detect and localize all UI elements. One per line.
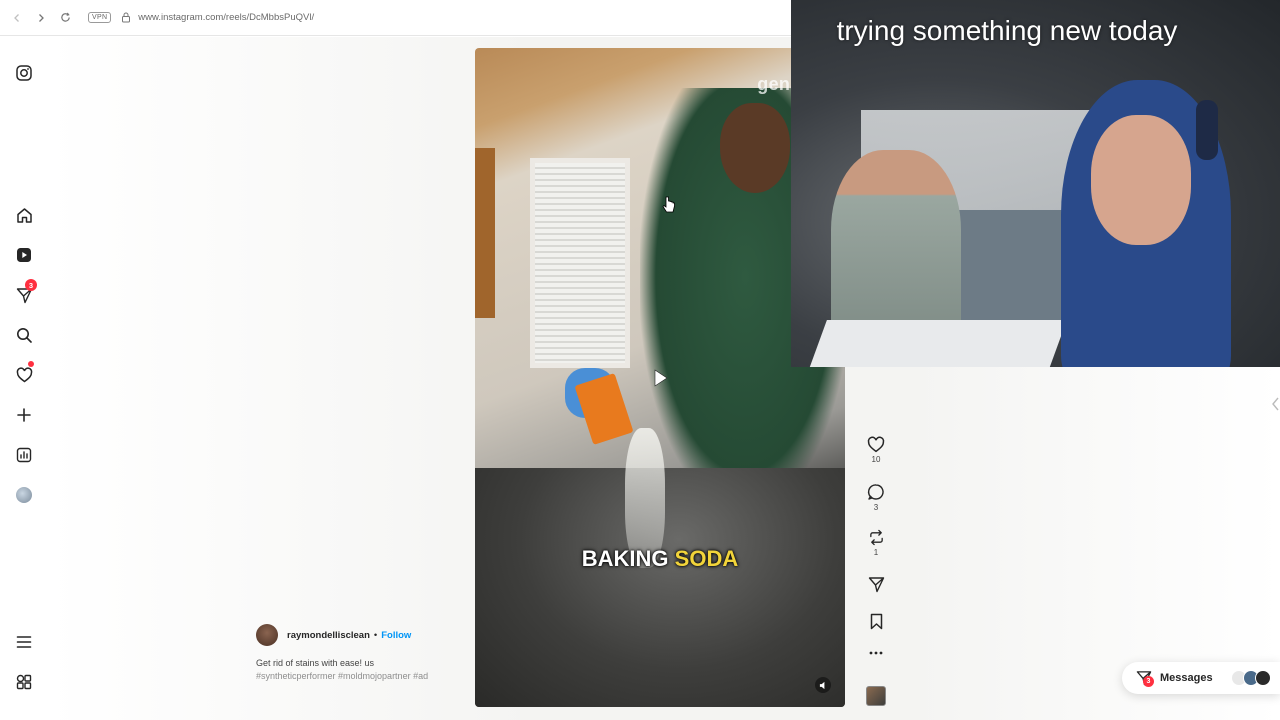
bookmark-icon[interactable]: [869, 613, 884, 630]
menu-icon[interactable]: [12, 630, 36, 654]
speaker-icon: [819, 681, 824, 689]
video-caption: BAKING SODA: [475, 546, 845, 572]
video-baking-soda-box: [574, 373, 634, 445]
comment-icon[interactable]: [867, 483, 885, 501]
like-count: 10: [871, 455, 881, 464]
avatar: [16, 487, 32, 503]
more-options-icon[interactable]: [868, 650, 884, 656]
avatar: [1254, 670, 1271, 686]
like-action: 10: [862, 436, 890, 464]
video-caption-part-1: BAKING: [581, 546, 675, 571]
cursor-icon: [662, 196, 675, 213]
instagram-logo-icon[interactable]: [12, 61, 36, 85]
dashboard-icon[interactable]: [12, 443, 36, 467]
messages-label: Messages: [1160, 672, 1213, 684]
reload-icon: [60, 12, 70, 22]
search-icon[interactable]: [12, 323, 36, 347]
message-avatars: [1230, 670, 1271, 686]
share-icon[interactable]: [868, 576, 885, 593]
audio-thumbnail[interactable]: [866, 686, 886, 706]
heart-icon[interactable]: [867, 436, 885, 453]
follow-button[interactable]: Follow: [381, 630, 411, 641]
messages-badge: 3: [25, 279, 37, 291]
video-cabinet: [475, 148, 495, 318]
video-window: [530, 158, 630, 368]
post-info: raymondellisclean • Follow Get rid of st…: [256, 624, 466, 682]
more-action: [862, 650, 890, 656]
comment-count: 3: [873, 503, 879, 512]
reels-icon[interactable]: [12, 243, 36, 267]
headphones-icon: [1196, 100, 1218, 160]
messages-bar-badge: 3: [1143, 676, 1154, 687]
author-separator: •: [373, 629, 378, 641]
chevron-right-icon: [39, 13, 44, 22]
back-button[interactable]: [6, 7, 28, 29]
create-icon[interactable]: [12, 403, 36, 427]
messages-bar-icon: 3: [1134, 668, 1154, 688]
mute-button[interactable]: [815, 677, 831, 693]
author-avatar[interactable]: [256, 624, 278, 646]
lock-icon[interactable]: [120, 12, 132, 24]
play-icon[interactable]: [650, 368, 670, 388]
forward-button[interactable]: [30, 7, 52, 29]
sidebar: 3: [0, 36, 48, 720]
save-action: [862, 613, 890, 630]
notifications-icon[interactable]: [12, 361, 36, 387]
also-from-meta-icon[interactable]: [12, 670, 36, 694]
notification-dot: [28, 361, 34, 367]
comment-action: 3: [862, 483, 890, 512]
webcam-title: trying something new today: [836, 15, 1178, 46]
video-caption-highlight: SODA: [674, 546, 739, 571]
address-bar[interactable]: www.instagram.com/reels/DcMbbsPuQVl/: [138, 12, 314, 23]
share-action: [862, 576, 890, 593]
webcam-overlay: trying something new today: [791, 0, 1280, 367]
repost-count: 1: [873, 548, 879, 557]
messages-icon[interactable]: 3: [12, 279, 37, 307]
webcam-table: [805, 320, 1067, 367]
author-row: raymondellisclean • Follow: [256, 624, 466, 646]
post-hashtags[interactable]: #syntheticperformer #moldmojopartner #ad: [256, 670, 466, 683]
reel-video[interactable]: genaicont BAKING SODA: [475, 48, 845, 707]
chevron-left-icon: [14, 13, 19, 22]
post-description: Get rid of stains with ease! us: [256, 658, 375, 668]
profile-avatar[interactable]: [12, 483, 36, 507]
video-head: [720, 103, 790, 193]
reload-button[interactable]: [54, 7, 76, 29]
repost-icon[interactable]: [868, 529, 885, 546]
vpn-badge[interactable]: VPN: [88, 12, 112, 23]
author-username[interactable]: raymondellisclean: [287, 630, 370, 641]
home-icon[interactable]: [12, 203, 36, 227]
webcam-streamer-face: [1091, 115, 1191, 245]
next-reel-arrow-icon[interactable]: [1270, 392, 1280, 416]
repost-action: 1: [862, 529, 890, 557]
messages-bar[interactable]: 3 Messages: [1122, 662, 1280, 694]
